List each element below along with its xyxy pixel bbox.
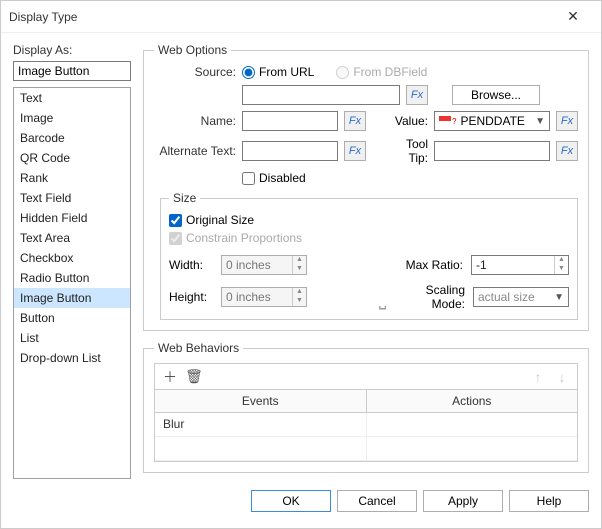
name-input[interactable] xyxy=(242,111,338,131)
disabled-checkbox[interactable]: Disabled xyxy=(242,171,306,185)
fx-tooltip[interactable]: Fx xyxy=(556,141,578,161)
tooltip-input[interactable] xyxy=(434,141,550,161)
cancel-button[interactable]: Cancel xyxy=(337,490,417,512)
list-item[interactable]: Text xyxy=(14,88,130,108)
web-behaviors-legend: Web Behaviors xyxy=(154,341,243,355)
fx-name[interactable]: Fx xyxy=(344,111,366,131)
alt-input[interactable] xyxy=(242,141,338,161)
radio-from-url[interactable]: From URL xyxy=(242,65,314,79)
list-item[interactable]: Drop-down List xyxy=(14,348,130,368)
original-size-checkbox[interactable]: Original Size xyxy=(169,213,569,227)
list-item[interactable]: Button xyxy=(14,308,130,328)
tooltip-label: Tool Tip: xyxy=(386,137,428,165)
max-ratio-label: Max Ratio: xyxy=(399,258,463,272)
display-type-list[interactable]: TextImageBarcodeQR CodeRankText FieldHid… xyxy=(13,87,131,479)
list-item[interactable]: Rank xyxy=(14,168,130,188)
size-legend: Size xyxy=(169,191,200,205)
web-options-legend: Web Options xyxy=(154,43,231,57)
list-item[interactable]: Image Button xyxy=(14,288,130,308)
constrain-checkbox: Constrain Proportions xyxy=(169,231,569,245)
chevron-down-icon: ▼ xyxy=(554,292,564,303)
height-label: Height: xyxy=(169,290,213,304)
list-item[interactable]: Hidden Field xyxy=(14,208,130,228)
fx-value[interactable]: Fx xyxy=(556,111,578,131)
close-icon[interactable]: ✕ xyxy=(553,8,593,25)
scaling-select[interactable]: actual size ▼ xyxy=(473,287,569,307)
browse-button[interactable]: Browse... xyxy=(452,85,540,105)
list-item[interactable]: Text Area xyxy=(14,228,130,248)
help-button[interactable]: Help xyxy=(509,490,589,512)
window-title: Display Type xyxy=(9,10,553,24)
flag-icon xyxy=(439,116,451,126)
web-options-group: Web Options Source: From URL From DBFiel… xyxy=(143,43,589,331)
table-row xyxy=(155,437,577,461)
radio-from-dbfield: From DBField xyxy=(336,65,427,79)
list-item[interactable]: Checkbox xyxy=(14,248,130,268)
list-item[interactable]: Barcode xyxy=(14,128,130,148)
list-item[interactable]: List xyxy=(14,328,130,348)
width-label: Width: xyxy=(169,258,213,272)
height-spinner: ▲▼ xyxy=(221,287,307,307)
add-icon[interactable]: ＋ xyxy=(161,368,179,386)
value-label: Value: xyxy=(386,114,428,128)
source-label: Source: xyxy=(154,65,236,79)
fx-source[interactable]: Fx xyxy=(406,85,428,105)
display-as-label: Display As: xyxy=(13,43,131,57)
arrow-up-icon: ↑ xyxy=(529,368,547,386)
display-as-input[interactable] xyxy=(13,61,131,81)
max-ratio-spinner[interactable]: ▲▼ xyxy=(471,255,569,275)
link-icon: ⎵ xyxy=(379,289,386,310)
list-item[interactable]: Text Field xyxy=(14,188,130,208)
trash-icon[interactable]: 🗑 xyxy=(185,368,203,386)
list-item[interactable]: Image xyxy=(14,108,130,128)
list-item[interactable]: Radio Button xyxy=(14,268,130,288)
scaling-label: Scaling Mode: xyxy=(389,283,465,311)
table-row[interactable]: Blur xyxy=(155,413,577,437)
chevron-down-icon: ▼ xyxy=(535,116,545,127)
size-group: Size Original Size Constrain Proportions… xyxy=(160,191,578,320)
list-item[interactable]: QR Code xyxy=(14,148,130,168)
alt-label: Alternate Text: xyxy=(154,144,236,158)
value-select[interactable]: ? PENDDATE ▼ xyxy=(434,111,550,131)
apply-button[interactable]: Apply xyxy=(423,490,503,512)
arrow-down-icon: ↓ xyxy=(553,368,571,386)
width-spinner: ▲▼ xyxy=(221,255,307,275)
actions-header: Actions xyxy=(367,390,578,412)
ok-button[interactable]: OK xyxy=(251,490,331,512)
fx-alt[interactable]: Fx xyxy=(344,141,366,161)
source-input[interactable] xyxy=(242,85,400,105)
web-behaviors-group: Web Behaviors ＋ 🗑 ↑ ↓ Events Actions Blu… xyxy=(143,341,589,473)
events-header: Events xyxy=(155,390,367,412)
name-label: Name: xyxy=(154,114,236,128)
